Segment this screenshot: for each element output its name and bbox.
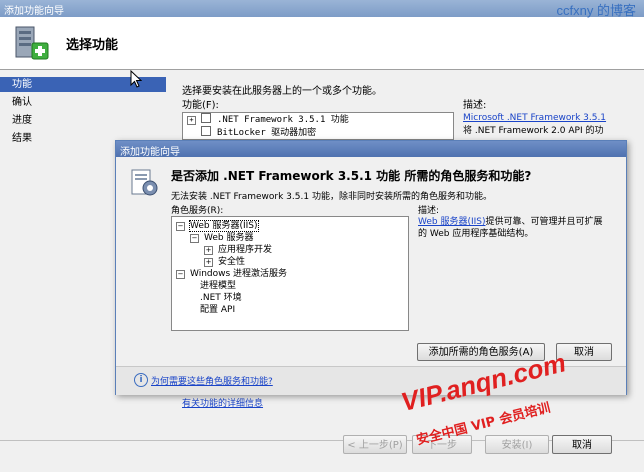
- expand-icon[interactable]: +: [187, 116, 196, 125]
- blog-brand-text: ccfxny 的博客: [556, 3, 636, 18]
- role-tree-label: .NET 环境: [200, 293, 242, 303]
- role-tree-label: Web 服务器: [204, 233, 254, 243]
- role-tree-item[interactable]: − Web 服务器: [190, 232, 253, 244]
- expand-icon[interactable]: +: [204, 246, 213, 255]
- role-tree-label: 应用程序开发: [218, 245, 273, 255]
- title-bar: 添加功能向导: [0, 0, 644, 17]
- server-features-icon: [15, 26, 49, 60]
- role-tree-item[interactable]: 进程模型: [200, 280, 236, 292]
- wizard-header: 选择功能: [0, 17, 644, 70]
- dialog-description: Web 服务器(IIS)提供可靠、可管理并且可扩展的 Web 应用程序基础结构。: [418, 217, 603, 239]
- dialog-title-bar: 添加功能向导: [116, 141, 626, 158]
- features-gear-icon: [131, 169, 158, 196]
- dialog-heading: 是否添加 .NET Framework 3.5.1 功能 所需的角色服务和功能?: [171, 169, 532, 183]
- why-needed-link[interactable]: 为何需要这些角色服务和功能?: [151, 374, 273, 387]
- dialog-title: 添加功能向导: [120, 147, 180, 158]
- collapse-icon[interactable]: −: [190, 234, 199, 243]
- role-tree-item[interactable]: 配置 API: [200, 304, 235, 316]
- wizard-button-bar: < 上一步(P) 下一步 安装(I) 取消: [0, 435, 644, 472]
- more-info-link[interactable]: 有关功能的详细信息: [182, 396, 263, 409]
- expand-icon[interactable]: +: [204, 258, 213, 267]
- mouse-cursor-icon: [130, 70, 142, 88]
- role-tree-item[interactable]: + 应用程序开发: [204, 244, 272, 256]
- collapse-icon[interactable]: −: [176, 270, 185, 279]
- role-tree-label: 配置 API: [200, 305, 236, 315]
- dialog-description-label: 描述:: [418, 206, 440, 216]
- description-text: Microsoft .NET Framework 3.5.1 将 .NET Fr…: [463, 112, 613, 138]
- intro-text: 选择要安装在此服务器上的一个或多个功能。: [182, 86, 382, 97]
- features-label: 功能(F):: [182, 100, 219, 111]
- description-label: 描述:: [463, 100, 487, 111]
- role-services-label: 角色服务(R):: [171, 206, 224, 216]
- feature-row-bitlocker[interactable]: BitLocker 驱动器加密: [187, 126, 316, 139]
- feature-checkbox[interactable]: [201, 126, 211, 136]
- role-tree-item[interactable]: − Windows 进程激活服务: [176, 268, 287, 280]
- prev-button[interactable]: < 上一步(P): [343, 435, 407, 454]
- cancel-button[interactable]: 取消: [552, 435, 612, 454]
- role-tree-item[interactable]: − Web 服务器(IIS): [176, 220, 259, 232]
- nav-step-progress[interactable]: 进度: [0, 113, 166, 128]
- page-title: 选择功能: [66, 38, 119, 53]
- role-tree-item[interactable]: + 安全性: [204, 256, 245, 268]
- description-link[interactable]: Microsoft .NET Framework 3.5.1: [463, 112, 613, 125]
- info-icon: i: [134, 373, 148, 387]
- dialog-description-link[interactable]: Web 服务器(IIS): [418, 217, 486, 227]
- collapse-icon[interactable]: −: [176, 222, 185, 231]
- window-title: 添加功能向导: [4, 6, 64, 17]
- feature-checkbox[interactable]: [201, 113, 211, 123]
- role-tree-label: 进程模型: [200, 281, 237, 291]
- dialog-subtext: 无法安装 .NET Framework 3.5.1 功能，除非同时安装所需的角色…: [171, 192, 492, 202]
- role-tree-label: Windows 进程激活服务: [190, 269, 288, 279]
- install-button[interactable]: 安装(I): [485, 435, 549, 454]
- role-tree-label: 安全性: [218, 257, 246, 267]
- role-tree-item[interactable]: .NET 环境: [200, 292, 242, 304]
- role-tree-label: Web 服务器(IIS): [189, 220, 259, 232]
- features-list[interactable]: + .NET Framework 3.5.1 功能 BitLocker 驱动器加密: [182, 112, 454, 140]
- feature-row-netfx[interactable]: + .NET Framework 3.5.1 功能: [187, 113, 349, 126]
- role-services-tree[interactable]: − Web 服务器(IIS) − Web 服务器 + 应用程序开发 + 安全性 − Windows…: [171, 216, 409, 331]
- nav-step-confirm[interactable]: 确认: [0, 95, 166, 110]
